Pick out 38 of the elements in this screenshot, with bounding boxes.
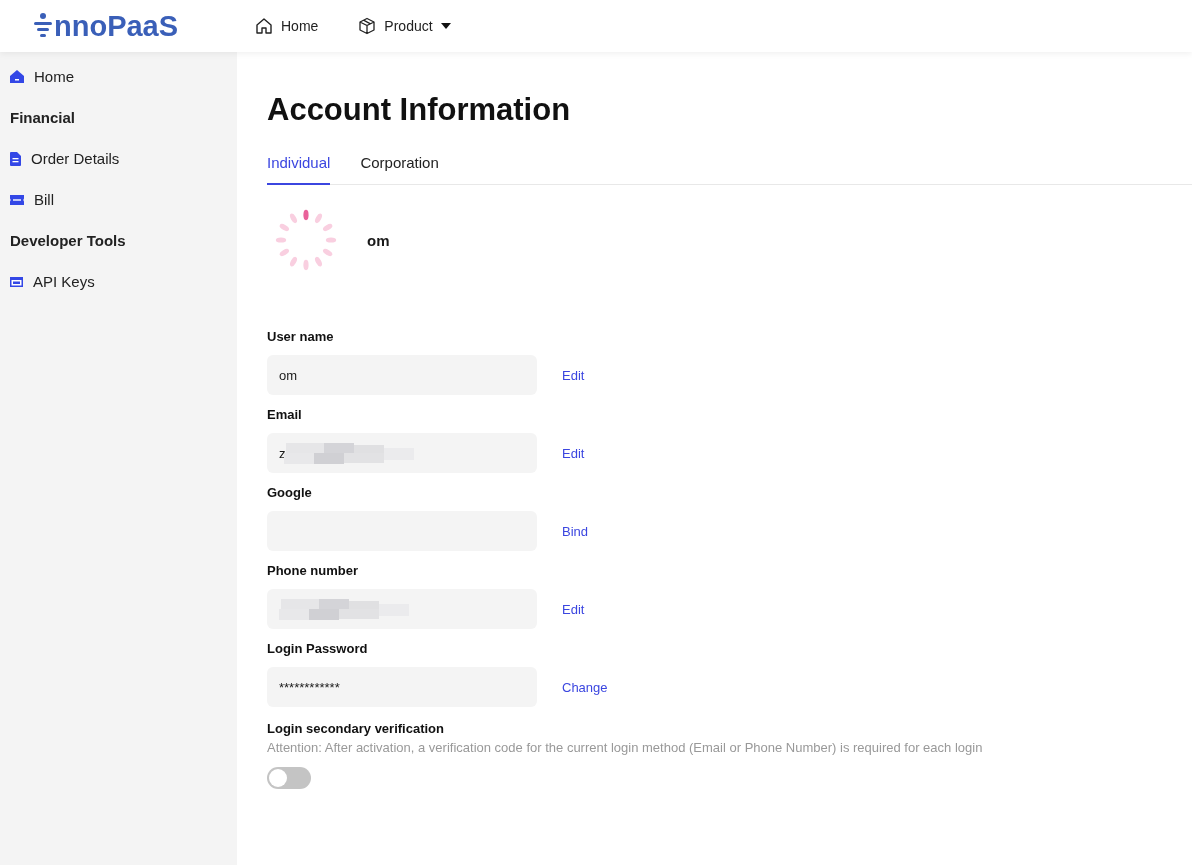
sidebar-item[interactable]: Home — [0, 62, 237, 91]
document-icon — [10, 151, 21, 166]
field-action-link[interactable]: Bind — [562, 523, 589, 539]
sidebar-heading: Financial — [9, 108, 77, 128]
sidebar-item[interactable]: Order Details — [0, 144, 237, 173]
sidebar-item[interactable]: Bill — [0, 185, 237, 214]
sidebar-item[interactable]: API Keys — [0, 267, 237, 296]
field-label: Phone number — [267, 563, 359, 578]
tab[interactable]: Individual — [267, 154, 331, 185]
profile-name: om — [367, 231, 390, 249]
field-label: User name — [267, 329, 335, 344]
input-field[interactable]: om — [267, 355, 537, 395]
api-icon — [10, 276, 23, 287]
input-field[interactable] — [267, 589, 537, 629]
field-action-link[interactable]: Edit — [562, 445, 585, 461]
logo-text: nnoPaaS — [54, 9, 179, 43]
page-title: Account Information — [267, 92, 572, 128]
field-label: Login Password — [267, 641, 369, 656]
field-label: Login secondary verification — [267, 721, 445, 736]
home-icon — [10, 70, 24, 83]
nav-link[interactable]: Home — [255, 17, 319, 35]
field-action-link[interactable]: Edit — [562, 601, 585, 617]
home-icon — [255, 17, 273, 35]
tab[interactable]: Corporation — [360, 154, 439, 185]
logo-icon — [33, 12, 53, 40]
field-action-link[interactable]: Edit — [562, 367, 585, 383]
toggle-switch[interactable] — [267, 767, 311, 789]
caret-icon — [440, 23, 451, 29]
ticket-icon — [10, 194, 24, 205]
loading-spinner-icon — [275, 209, 337, 271]
field-label: Google — [267, 485, 313, 500]
nav-link[interactable]: Product — [358, 17, 451, 35]
field-action-link[interactable]: Change — [562, 679, 608, 695]
help-text: Attention: After activation, a verification code for the current login method (Email or Phone Number) is required for each login — [267, 740, 984, 755]
field-label: Email — [267, 407, 303, 422]
input-field[interactable]: ************ — [267, 667, 537, 707]
sidebar-heading: Developer Tools — [9, 231, 127, 251]
box-icon — [358, 17, 377, 35]
